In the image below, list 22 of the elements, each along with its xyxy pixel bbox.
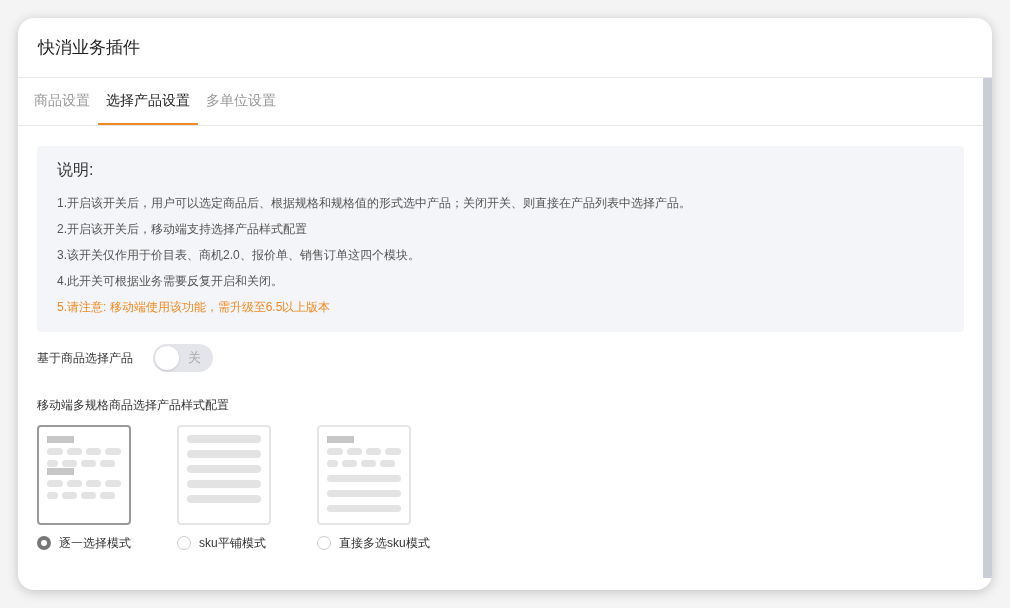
scrollbar[interactable] (983, 78, 992, 578)
warning-text: 5.请注意: 移动端使用该功能，需升级至6.5以上版本 (57, 299, 332, 316)
layout-preview-drawing[interactable] (37, 425, 131, 525)
notice-text: 3.该开关仅作用于价目表、商机2.0、报价单、销售订单这四个模块。 (57, 247, 421, 264)
toggle-label: 基于商品选择产品 (37, 350, 133, 367)
notice-text: 1.开启该开关后，用户可以选定商品后、根据规格和规格值的形式选中产品；关闭开关、则直接在产品列表中选择产品。 (57, 195, 692, 212)
notice-heading: 说明: (57, 160, 95, 180)
radio-button[interactable] (177, 536, 191, 550)
dialog-title: 快消业务插件 (38, 36, 140, 59)
toggle-switch[interactable]: 关 (153, 344, 213, 372)
notice-text: 2.开启该开关后，移动端支持选择产品样式配置 (57, 221, 308, 238)
radio-label: 直接多选sku模式 (339, 535, 430, 552)
tab[interactable]: 商品设置 (26, 78, 98, 125)
notice-text: 4.此开关可根据业务需要反复开启和关闭。 (57, 273, 284, 290)
radio-button[interactable] (37, 536, 51, 550)
tab[interactable]: 多单位设置 (198, 78, 284, 125)
radio-label: 逐一选择模式 (59, 535, 131, 552)
tab[interactable]: 选择产品设置 (98, 78, 198, 125)
radio-label: sku平铺模式 (199, 535, 266, 552)
section-label: 移动端多规格商品选择产品样式配置 (37, 397, 230, 414)
toggle-knob (155, 346, 179, 370)
radio-button[interactable] (317, 536, 331, 550)
